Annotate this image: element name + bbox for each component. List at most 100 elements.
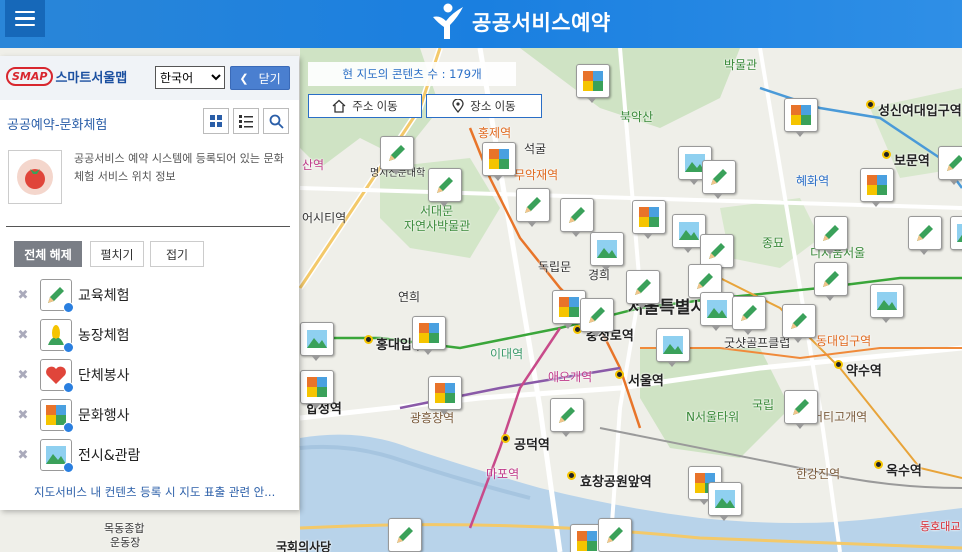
list-view-button[interactable]: [233, 108, 259, 134]
map-marker-education[interactable]: [784, 390, 818, 429]
search-button[interactable]: [263, 108, 289, 134]
panel-title: 공공예약-문화체험: [7, 118, 108, 133]
map-marker-education[interactable]: [938, 146, 962, 185]
map-marker-culture[interactable]: [632, 200, 666, 239]
map-marker-exhibition[interactable]: [950, 216, 962, 255]
category-label: 농장체험: [78, 328, 130, 344]
map-marker-culture[interactable]: [300, 370, 334, 409]
map-label: 연희: [398, 290, 421, 304]
map-marker-culture[interactable]: [412, 316, 446, 355]
category-item-volunteer[interactable]: ✖ 단체봉사: [16, 358, 130, 393]
map-marker-education[interactable]: [516, 188, 550, 227]
category-item-culture[interactable]: ✖ 문화행사: [16, 398, 130, 433]
address-move-button[interactable]: 주소 이동: [308, 94, 422, 118]
map-marker-culture[interactable]: [576, 64, 610, 103]
pencil-icon: [709, 243, 725, 259]
map-marker-exhibition[interactable]: [300, 322, 334, 361]
app-header: 공공서비스예약: [0, 0, 962, 48]
pencil-icon: [947, 155, 962, 171]
map-marker-education[interactable]: [626, 270, 660, 309]
map-label: 석굴: [524, 142, 547, 156]
map-marker-education[interactable]: [388, 518, 422, 552]
map-marker-exhibition[interactable]: [708, 482, 742, 521]
map-notice-link[interactable]: 지도서비스 내 컨텐츠 등록 시 지도 표출 관련 안...: [34, 484, 275, 500]
category-item-exhibition[interactable]: ✖ 전시&관람: [16, 438, 141, 473]
map-marker-education[interactable]: [702, 160, 736, 199]
map-label: 약수역: [846, 364, 882, 379]
map-marker-culture[interactable]: [482, 142, 516, 181]
map-marker-education[interactable]: [782, 304, 816, 343]
home-icon: [332, 99, 346, 113]
expand-button[interactable]: 펼치기: [90, 241, 144, 267]
category-item-farm[interactable]: ✖ 농장체험: [16, 318, 130, 353]
puzzle-icon: [307, 377, 327, 397]
map-marker-education[interactable]: [550, 398, 584, 437]
category-icon: [40, 399, 74, 433]
pencil-icon: [589, 307, 605, 323]
clear-all-button[interactable]: 전체 해제: [14, 241, 82, 267]
remove-icon[interactable]: ✖: [16, 408, 30, 423]
map-marker-exhibition[interactable]: [590, 232, 624, 271]
brand[interactable]: 공공서비스예약: [430, 2, 611, 42]
subway-station-icon: [882, 150, 891, 159]
map-marker-exhibition[interactable]: [700, 292, 734, 331]
smap-title: 스마트서울맵: [55, 71, 128, 86]
map-marker-education[interactable]: [580, 298, 614, 337]
map-marker-education[interactable]: [560, 198, 594, 237]
collapse-button[interactable]: 접기: [150, 241, 204, 267]
map-label: 북악산: [620, 110, 654, 124]
puzzle-icon: [791, 105, 811, 125]
close-panel-button[interactable]: ❮ 닫기: [230, 66, 290, 90]
map-label: 동호대교: [920, 520, 961, 533]
map-label: 독립문: [538, 260, 572, 274]
layer-panel: SMAP 스마트서울맵 한국어 ❮ 닫기 공공예약-문화체험 공공서비스 예약 …: [0, 56, 299, 510]
checked-icon: [63, 422, 74, 433]
map-marker-education[interactable]: [908, 216, 942, 255]
category-item-education[interactable]: ✖ 교육체험: [16, 278, 130, 313]
map-marker-education[interactable]: [380, 136, 414, 175]
remove-icon[interactable]: ✖: [16, 448, 30, 463]
pencil-icon: [741, 305, 757, 321]
map-label: 성신여대입구역: [878, 104, 962, 119]
map-label: 국립: [752, 398, 775, 412]
map-marker-education[interactable]: [700, 234, 734, 273]
map-marker-education[interactable]: [598, 518, 632, 552]
subway-station-icon: [567, 471, 576, 480]
map-label: 종묘: [762, 236, 785, 250]
map-marker-education[interactable]: [732, 296, 766, 335]
map-marker-education[interactable]: [814, 262, 848, 301]
pencil-icon: [607, 527, 623, 543]
map-marker-education[interactable]: [814, 216, 848, 255]
smap-logo[interactable]: SMAP 스마트서울맵: [6, 67, 127, 86]
map-label: 마포역: [486, 467, 520, 481]
content-count: 현 지도의 콘텐츠 수 : 179개: [308, 62, 516, 86]
map-label: 산역: [302, 158, 325, 172]
subway-station-icon: [501, 434, 510, 443]
picture-icon: [663, 336, 683, 354]
grid-view-button[interactable]: [203, 108, 229, 134]
remove-icon[interactable]: ✖: [16, 288, 30, 303]
puzzle-icon: [489, 149, 509, 169]
menu-button[interactable]: [5, 0, 45, 37]
category-label: 전시&관람: [78, 448, 141, 464]
remove-icon[interactable]: ✖: [16, 368, 30, 383]
map-marker-education[interactable]: [428, 168, 462, 207]
place-move-button[interactable]: 장소 이동: [426, 94, 542, 118]
map-label: 효창공원앞역: [580, 475, 652, 490]
map-marker-exhibition[interactable]: [656, 328, 690, 367]
map-label: 자연사박물관: [404, 219, 471, 233]
language-select[interactable]: 한국어: [155, 66, 225, 89]
map-marker-culture[interactable]: [860, 168, 894, 207]
content-count-text: 현 지도의 콘텐츠 수 : 179개: [342, 67, 482, 81]
map-marker-culture[interactable]: [428, 376, 462, 415]
map-marker-exhibition[interactable]: [870, 284, 904, 323]
map-marker-culture[interactable]: [784, 98, 818, 137]
remove-icon[interactable]: ✖: [16, 328, 30, 343]
place-move-label: 장소 이동: [470, 101, 516, 113]
map-label: 애오개역: [548, 370, 593, 384]
puzzle-icon: [639, 207, 659, 227]
pencil-icon: [697, 273, 713, 289]
category-label: 교육체험: [78, 288, 130, 304]
map-label: 무악재역: [514, 168, 559, 182]
puzzle-icon: [867, 175, 887, 195]
